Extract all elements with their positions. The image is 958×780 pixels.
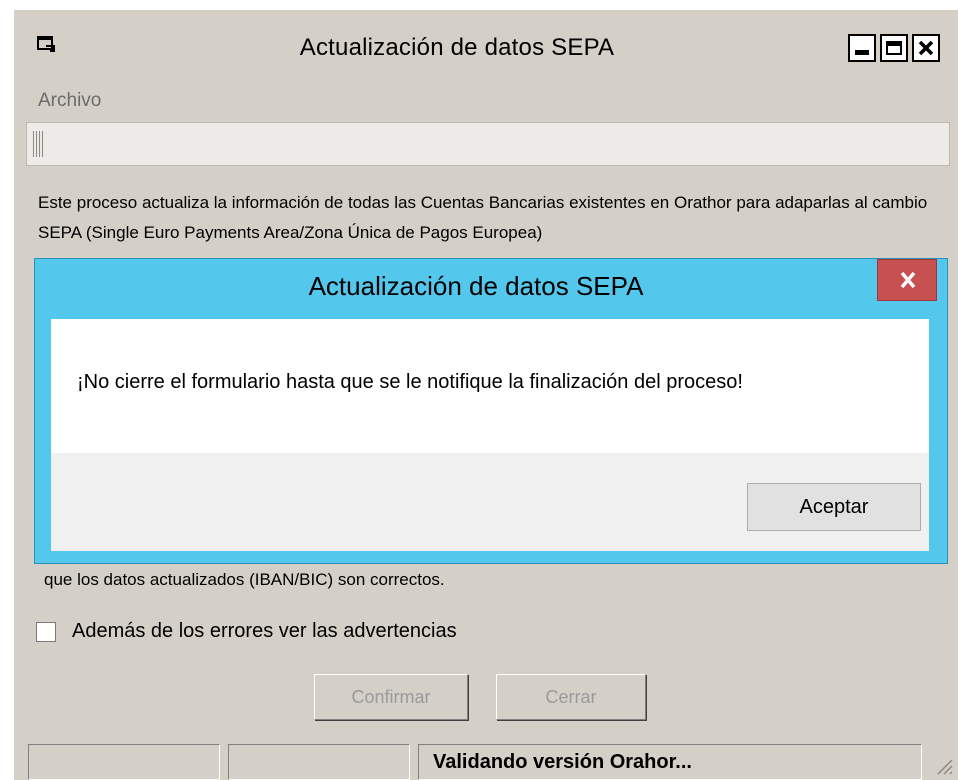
status-panel-2 [228, 744, 410, 780]
dialog-title: Actualización de datos SEPA [308, 271, 644, 301]
resize-grip-icon[interactable] [932, 754, 954, 776]
close-icon [900, 271, 916, 289]
warnings-checkbox-label: Además de los errores ver las advertenci… [72, 620, 457, 642]
dialog-footer: Aceptar [51, 453, 929, 551]
dialog-close-button[interactable] [877, 259, 937, 301]
toolbar-grip[interactable] [33, 131, 45, 157]
dialog-message: ¡No cierre el formulario hasta que se le… [77, 371, 743, 393]
close-icon [918, 40, 934, 56]
maximize-icon [886, 41, 902, 55]
menu-archivo[interactable]: Archivo [38, 90, 101, 112]
cerrar-button[interactable]: Cerrar [496, 674, 646, 720]
dialog-body: ¡No cierre el formulario hasta que se le… [51, 319, 929, 453]
partial-info-text: que los datos actualizados (IBAN/BIC) so… [44, 570, 445, 589]
warnings-checkbox[interactable] [36, 622, 56, 642]
process-description: Este proceso actualiza la información de… [38, 193, 928, 242]
status-text: Validando versión Orahor... [433, 751, 692, 773]
status-bar: Validando versión Orahor... [28, 740, 958, 780]
toolbar [26, 122, 950, 166]
close-window-button[interactable] [912, 34, 940, 62]
window-title: Actualización de datos SEPA [299, 34, 615, 61]
status-panel-3: Validando versión Orahor... [418, 744, 922, 780]
accept-button[interactable]: Aceptar [747, 483, 921, 531]
minimize-icon [855, 50, 869, 55]
title-bar[interactable]: Actualización de datos SEPA [14, 10, 958, 80]
confirm-button[interactable]: Confirmar [314, 674, 468, 720]
message-dialog: Actualización de datos SEPA ¡No cierre e… [34, 258, 948, 564]
status-panel-1 [28, 744, 220, 780]
menu-bar: Archivo [14, 84, 958, 120]
maximize-button[interactable] [880, 34, 908, 62]
minimize-button[interactable] [848, 34, 876, 62]
